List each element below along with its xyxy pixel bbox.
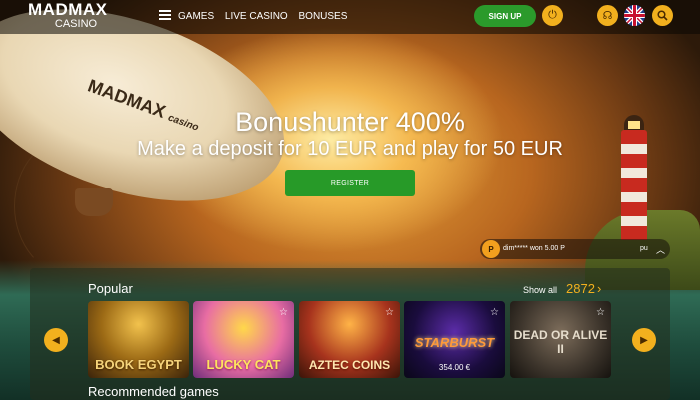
- favorite-star-icon[interactable]: ☆: [596, 307, 605, 318]
- game-card-lucky-cat[interactable]: ☆ LUCKY CAT: [193, 301, 294, 378]
- main-nav: GAMES LIVE CASINO BONUSES: [178, 11, 355, 22]
- game-card-dead-or-alive[interactable]: ☆ DEAD OR ALIVE II: [510, 301, 611, 378]
- recommended-title: Recommended games: [88, 384, 219, 399]
- game-title: BOOK EGYPT: [95, 357, 182, 372]
- hero-title: Bonushunter 400%: [235, 107, 465, 137]
- popular-title: Popular: [88, 281, 133, 296]
- hero-subtitle: Make a deposit for 10 EUR and play for 5…: [137, 138, 563, 160]
- game-title: AZTEC COINS: [308, 358, 391, 372]
- chevron-right-icon[interactable]: ›: [597, 281, 601, 296]
- game-jackpot-value: 354.00 €: [438, 363, 471, 372]
- headset-icon[interactable]: ☊: [597, 5, 618, 26]
- favorite-star-icon[interactable]: ☆: [279, 307, 288, 318]
- ticker-suffix: pu: [640, 245, 648, 252]
- logo-sub-text: CASINO: [54, 18, 98, 30]
- games-count[interactable]: 2872: [566, 281, 595, 296]
- nav-bonuses[interactable]: BONUSES: [299, 11, 348, 22]
- register-button[interactable]: REGISTER: [285, 170, 415, 196]
- game-title: DEAD OR ALIVE II: [513, 328, 608, 356]
- top-header: MADMAX CASINO GAMES LIVE CASINO BONUSES …: [0, 0, 700, 34]
- uk-flag-icon[interactable]: [624, 5, 645, 26]
- power-icon[interactable]: ⏻: [542, 5, 563, 26]
- show-all-link[interactable]: Show all: [523, 285, 557, 295]
- ticker-avatar: P: [482, 240, 500, 258]
- ticker-text: dim***** won 5.00 P: [503, 245, 565, 252]
- site-logo[interactable]: MADMAX CASINO: [28, 1, 118, 30]
- carousel-prev-button[interactable]: ◀: [44, 328, 68, 352]
- favorite-star-icon[interactable]: ☆: [490, 307, 499, 318]
- menu-icon[interactable]: [159, 10, 171, 20]
- nav-games[interactable]: GAMES: [178, 11, 214, 22]
- game-card-aztec-coins[interactable]: ☆ AZTEC COINS: [299, 301, 400, 378]
- game-title: LUCKY CAT: [206, 357, 281, 372]
- game-card-starburst[interactable]: ☆ STARBURST 354.00 €: [404, 301, 505, 378]
- game-title: STARBURST: [414, 335, 495, 350]
- chevron-up-icon[interactable]: ︿: [656, 243, 665, 256]
- logo-main-text: MADMAX: [28, 0, 108, 19]
- winner-ticker: P dim***** won 5.00 P pu ︿: [480, 239, 670, 259]
- signup-button[interactable]: SIGN UP: [474, 5, 536, 27]
- zeppelin-basket: [75, 188, 113, 216]
- favorite-star-icon[interactable]: ☆: [385, 307, 394, 318]
- nav-live-casino[interactable]: LIVE CASINO: [225, 11, 288, 22]
- search-icon[interactable]: [652, 5, 673, 26]
- game-card-book-of-egypt[interactable]: BOOK EGYPT: [88, 301, 189, 378]
- carousel-next-button[interactable]: ▶: [632, 328, 656, 352]
